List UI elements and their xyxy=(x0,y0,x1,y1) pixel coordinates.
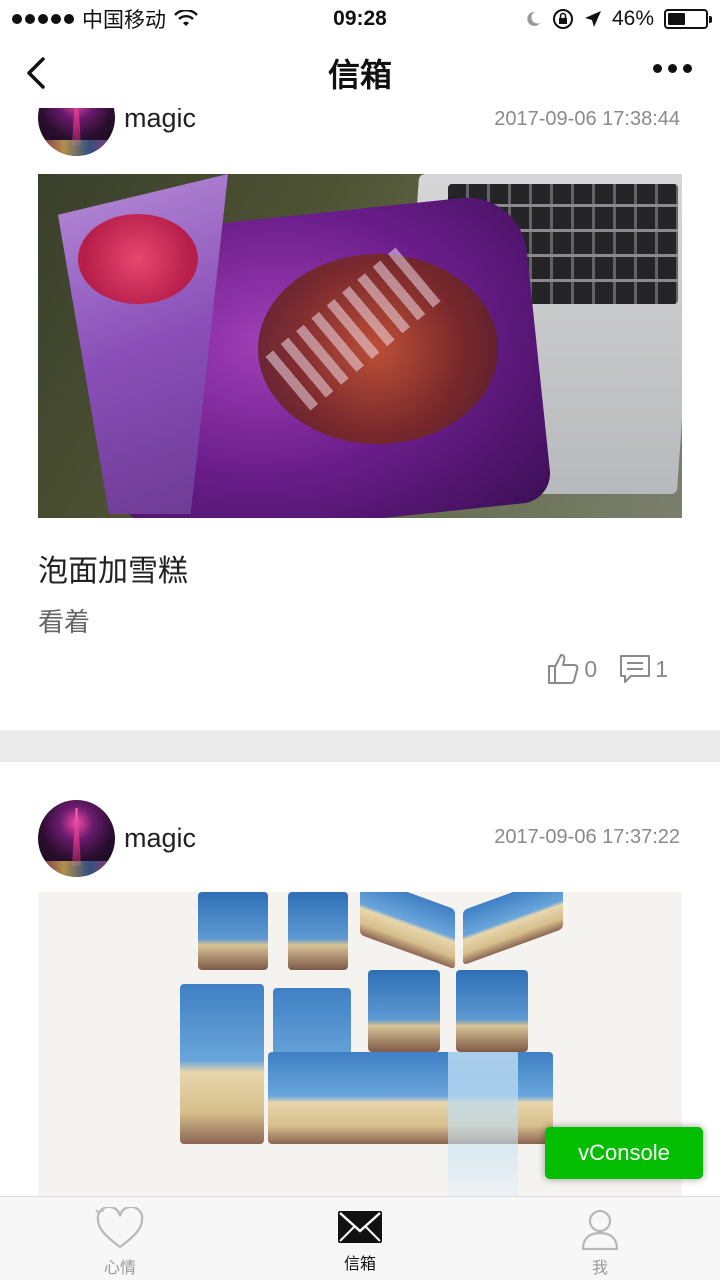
more-dot-icon xyxy=(653,64,662,73)
envelope-icon xyxy=(338,1211,382,1243)
nav-bar: 信箱 xyxy=(0,38,720,108)
avatar[interactable] xyxy=(38,800,115,877)
carrier-label: 中国移动 xyxy=(82,9,166,32)
status-left: 中国移动 xyxy=(12,4,198,34)
comment-count: 1 xyxy=(655,655,668,682)
tab-mood[interactable]: 心情 xyxy=(0,1197,240,1280)
battery-icon xyxy=(664,9,712,29)
thumbs-up-icon xyxy=(548,654,579,684)
post-image[interactable] xyxy=(38,174,682,518)
tab-me[interactable]: 我 xyxy=(480,1197,720,1280)
status-right: 46% xyxy=(524,7,712,31)
vconsole-button[interactable]: vConsole xyxy=(545,1127,703,1179)
avatar[interactable] xyxy=(38,108,115,156)
post-card[interactable]: magic 2017-09-06 17:38:44 泡面加雪糕 看着 0 1 xyxy=(0,108,720,732)
user-icon xyxy=(581,1209,619,1251)
heart-icon xyxy=(95,1207,144,1249)
tab-mailbox[interactable]: 信箱 xyxy=(240,1197,480,1280)
more-dot-icon xyxy=(668,64,677,73)
rotation-lock-icon xyxy=(552,9,573,29)
tab-label: 信箱 xyxy=(343,1256,376,1273)
comment-icon xyxy=(620,655,651,683)
back-button[interactable] xyxy=(18,54,54,92)
moon-icon xyxy=(527,11,540,26)
username[interactable]: magic xyxy=(124,108,196,134)
page-title: 信箱 xyxy=(327,57,392,93)
battery-level xyxy=(668,13,685,25)
tab-label: 我 xyxy=(591,1260,608,1277)
like-count: 0 xyxy=(584,655,598,682)
post-actions: 0 1 xyxy=(546,652,668,686)
battery-percent: 46% xyxy=(611,7,654,30)
comment-button[interactable]: 1 xyxy=(619,654,668,684)
username[interactable]: magic xyxy=(124,823,196,854)
like-button[interactable]: 0 xyxy=(546,652,597,686)
signal-strength-icon xyxy=(12,14,74,24)
chevron-left-icon xyxy=(27,57,45,89)
tab-label: 心情 xyxy=(103,1260,136,1277)
post-separator xyxy=(0,730,720,762)
mailbox-feed[interactable]: magic 2017-09-06 17:38:44 泡面加雪糕 看着 0 1 m… xyxy=(0,108,720,1196)
more-options-button[interactable] xyxy=(653,64,692,73)
post-timestamp: 2017-09-06 17:38:44 xyxy=(494,108,680,130)
post-timestamp: 2017-09-06 17:37:22 xyxy=(494,826,680,848)
location-arrow-icon xyxy=(584,11,601,27)
wifi-icon xyxy=(174,10,198,26)
post-title: 泡面加雪糕 xyxy=(38,555,188,588)
post-body: 看着 xyxy=(38,607,91,637)
status-bar: 中国移动 09:28 46% xyxy=(0,0,720,38)
tab-bar: 心情 信箱 我 xyxy=(0,1196,720,1280)
more-dot-icon xyxy=(683,64,692,73)
